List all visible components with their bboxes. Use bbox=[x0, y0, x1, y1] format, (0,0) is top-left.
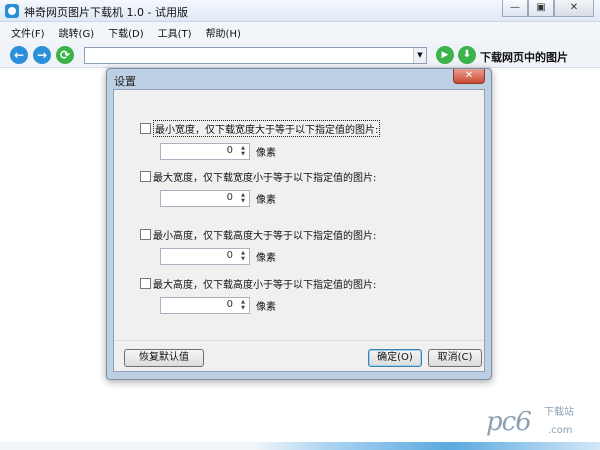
window-title: 神奇网页图片下载机 1.0 - 试用版 bbox=[24, 6, 188, 19]
toolbar: ← → ⟳ ▼ ▶ ⬇ 下载网页中的图片 bbox=[0, 42, 600, 68]
forward-icon[interactable]: → bbox=[33, 46, 51, 64]
min-height-unit: 像素 bbox=[256, 253, 276, 264]
dialog-close-button[interactable]: ✕ bbox=[453, 69, 485, 84]
spinner-arrows-icon[interactable]: ▲ ▼ bbox=[238, 192, 248, 205]
download-images-button[interactable]: 下载网页中的图片 bbox=[480, 49, 568, 65]
min-width-checkbox[interactable] bbox=[140, 123, 151, 134]
menu-help[interactable]: 帮助(H) bbox=[199, 25, 248, 40]
max-width-label[interactable]: 最大宽度，仅下载宽度小于等于以下指定值的图片: bbox=[153, 169, 376, 184]
spinner-arrows-icon[interactable]: ▲ ▼ bbox=[238, 145, 248, 158]
min-width-label[interactable]: 最小宽度，仅下载宽度大于等于以下指定值的图片: bbox=[153, 120, 381, 137]
max-height-value: 0 bbox=[226, 299, 233, 310]
min-width-unit: 像素 bbox=[256, 148, 276, 159]
chevron-down-icon[interactable]: ▼ bbox=[413, 48, 426, 63]
dialog-body: 最小宽度，仅下载宽度大于等于以下指定值的图片: 0 ▲ ▼ 像素 最大宽度，仅下载… bbox=[113, 89, 485, 372]
ok-button[interactable]: 确定(O) bbox=[368, 349, 422, 367]
minimize-button[interactable]: — bbox=[502, 0, 528, 17]
cancel-button[interactable]: 取消(C) bbox=[428, 349, 482, 367]
download-icon[interactable]: ⬇ bbox=[458, 46, 476, 64]
status-bar bbox=[0, 442, 600, 450]
max-height-unit: 像素 bbox=[256, 302, 276, 313]
menu-tools[interactable]: 工具(T) bbox=[151, 25, 199, 40]
max-height-spinner[interactable]: 0 ▲ ▼ bbox=[160, 297, 250, 314]
close-button[interactable]: ✕ bbox=[554, 0, 594, 17]
max-width-spinner[interactable]: 0 ▲ ▼ bbox=[160, 190, 250, 207]
dialog-title: 设置 bbox=[114, 75, 136, 88]
restore-defaults-button[interactable]: 恢复默认值 bbox=[124, 349, 204, 367]
app-logo-icon bbox=[5, 4, 19, 18]
watermark: pc6 下载站 .com bbox=[486, 403, 596, 443]
max-width-value: 0 bbox=[226, 192, 233, 203]
min-height-spinner[interactable]: 0 ▲ ▼ bbox=[160, 248, 250, 265]
watermark-domain: .com bbox=[548, 425, 573, 436]
url-input[interactable]: ▼ bbox=[84, 47, 427, 64]
max-height-label[interactable]: 最大高度，仅下载高度小于等于以下指定值的图片: bbox=[153, 276, 376, 291]
min-height-label[interactable]: 最小高度，仅下载高度大于等于以下指定值的图片: bbox=[153, 227, 376, 242]
dialog-footer: 恢复默认值 确定(O) 取消(C) bbox=[114, 340, 484, 371]
min-width-spinner[interactable]: 0 ▲ ▼ bbox=[160, 143, 250, 160]
min-height-option: 最小高度，仅下载高度大于等于以下指定值的图片: 0 ▲ ▼ 像素 bbox=[140, 227, 376, 265]
refresh-icon[interactable]: ⟳ bbox=[56, 46, 74, 64]
min-height-checkbox[interactable] bbox=[140, 229, 151, 240]
window-controls: — ▣ ✕ bbox=[502, 0, 594, 17]
go-icon[interactable]: ▶ bbox=[436, 46, 454, 64]
min-width-option: 最小宽度，仅下载宽度大于等于以下指定值的图片: 0 ▲ ▼ 像素 bbox=[140, 120, 381, 160]
watermark-sub: 下载站 bbox=[544, 407, 574, 418]
menu-file[interactable]: 文件(F) bbox=[4, 25, 52, 40]
min-width-value: 0 bbox=[226, 145, 233, 156]
spinner-arrows-icon[interactable]: ▲ ▼ bbox=[238, 250, 248, 263]
max-height-option: 最大高度，仅下载高度小于等于以下指定值的图片: 0 ▲ ▼ 像素 bbox=[140, 276, 376, 314]
min-height-value: 0 bbox=[226, 250, 233, 261]
app-titlebar: 神奇网页图片下载机 1.0 - 试用版 — ▣ ✕ bbox=[0, 0, 600, 22]
max-width-checkbox[interactable] bbox=[140, 171, 151, 182]
settings-dialog: 设置 ✕ 最小宽度，仅下载宽度大于等于以下指定值的图片: 0 ▲ ▼ 像素 最大宽… bbox=[106, 68, 492, 380]
max-width-option: 最大宽度，仅下载宽度小于等于以下指定值的图片: 0 ▲ ▼ 像素 bbox=[140, 169, 376, 207]
max-height-checkbox[interactable] bbox=[140, 278, 151, 289]
maximize-button[interactable]: ▣ bbox=[528, 0, 554, 17]
menu-go[interactable]: 跳转(G) bbox=[52, 25, 102, 40]
menu-download[interactable]: 下载(D) bbox=[101, 25, 151, 40]
watermark-logo: pc6 bbox=[486, 407, 532, 437]
spinner-arrows-icon[interactable]: ▲ ▼ bbox=[238, 299, 248, 312]
max-width-unit: 像素 bbox=[256, 195, 276, 206]
menu-bar: 文件(F) 跳转(G) 下载(D) 工具(T) 帮助(H) bbox=[0, 22, 600, 42]
back-icon[interactable]: ← bbox=[10, 46, 28, 64]
